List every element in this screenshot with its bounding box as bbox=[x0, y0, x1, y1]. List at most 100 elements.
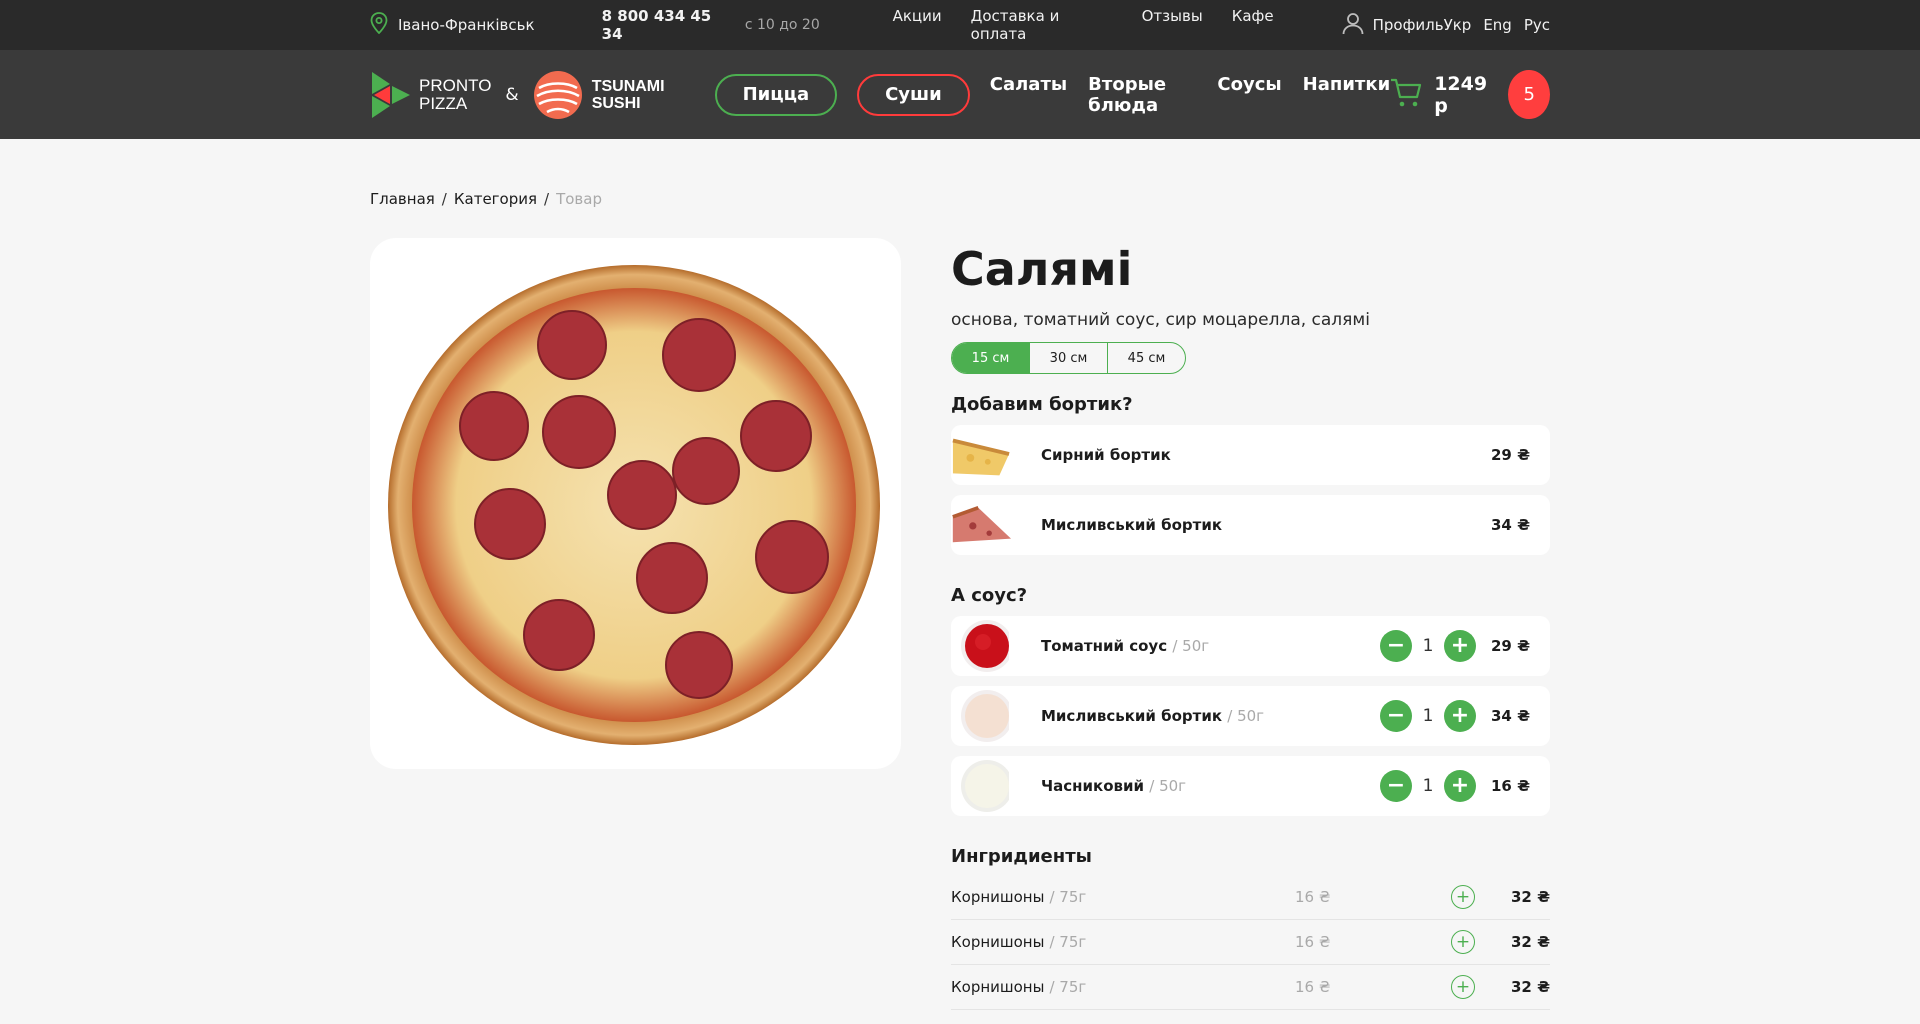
sauce-weight: / 50г bbox=[1172, 637, 1210, 655]
cart-button[interactable]: 1249 р 5 bbox=[1390, 70, 1550, 119]
breadcrumb-separator: / bbox=[441, 190, 447, 208]
ingredient-name: Корнишоны bbox=[951, 933, 1045, 951]
hunter-sauce-thumbnail bbox=[951, 686, 1011, 746]
sauce-option: Томатний соус / 50г − 1 + 29 ₴ bbox=[951, 616, 1550, 676]
breadcrumb-current: Товар bbox=[556, 190, 602, 208]
sauce-price: 34 ₴ bbox=[1491, 707, 1530, 725]
top-bar: Івано-Франківськ 8 800 434 45 34 с 10 до… bbox=[0, 0, 1920, 50]
ingredient-weight: / 75г bbox=[1049, 978, 1087, 996]
cart-total: 1249 р bbox=[1434, 72, 1488, 117]
sauce-option: Мисливський бортик / 50г − 1 + 34 ₴ bbox=[951, 686, 1550, 746]
tsunami-sushi-logo[interactable]: TSUNAMI SUSHI bbox=[533, 70, 665, 120]
increment-button[interactable]: + bbox=[1444, 630, 1476, 662]
sauce-name: Мисливський бортик bbox=[1041, 707, 1223, 725]
crust-option[interactable]: Мисливський бортик 34 ₴ bbox=[951, 495, 1550, 555]
ingredient-price: 32 ₴ bbox=[1511, 888, 1550, 906]
cheese-crust-thumbnail bbox=[951, 425, 1011, 485]
crust-option[interactable]: Сирний бортик 29 ₴ bbox=[951, 425, 1550, 485]
breadcrumb: Главная / Категория / Товар bbox=[370, 190, 602, 208]
top-link-delivery[interactable]: Доставка и оплата bbox=[971, 7, 1113, 43]
cart-icon bbox=[1390, 78, 1422, 112]
sauce-price: 29 ₴ bbox=[1491, 637, 1530, 655]
ingredient-name: Корнишоны bbox=[951, 888, 1045, 906]
sauce-name-wrapper: Часниковий / 50г bbox=[1041, 777, 1186, 795]
sauce-option: Часниковий / 50г − 1 + 16 ₴ bbox=[951, 756, 1550, 816]
logo-pizza-text: PIZZA bbox=[419, 93, 468, 113]
crust-name: Сирний бортик bbox=[1041, 446, 1171, 464]
top-links: Акции Доставка и оплата Отзывы Кафе bbox=[893, 7, 1274, 43]
nav-link-sauces[interactable]: Соусы bbox=[1217, 74, 1281, 116]
pizza-image bbox=[388, 265, 880, 745]
sushi-logo-icon bbox=[533, 70, 582, 119]
add-ingredient-button[interactable]: + bbox=[1451, 975, 1475, 999]
lang-rus[interactable]: Рус bbox=[1524, 16, 1550, 34]
logo-sushi-text: SUSHI bbox=[591, 94, 641, 112]
sauce-name-wrapper: Томатний соус / 50г bbox=[1041, 637, 1209, 655]
location-pin-icon bbox=[370, 12, 388, 38]
lang-ukr[interactable]: Укр bbox=[1444, 16, 1472, 34]
size-option-45[interactable]: 45 см bbox=[1107, 343, 1185, 373]
category-pizza-button[interactable]: Пицца bbox=[714, 73, 838, 116]
pronto-pizza-logo[interactable]: PRONTO PIZZA bbox=[370, 71, 492, 118]
increment-button[interactable]: + bbox=[1444, 770, 1476, 802]
ingredient-price: 32 ₴ bbox=[1511, 978, 1550, 996]
ingredient-unit-price: 16 ₴ bbox=[1295, 933, 1331, 951]
top-link-cafe[interactable]: Кафе bbox=[1232, 7, 1274, 43]
crust-section-title: Добавим бортик? bbox=[951, 394, 1133, 415]
product-info: Салямі основа, томатний соус, сир моцаре… bbox=[951, 238, 1550, 1010]
sauce-weight: / 50г bbox=[1227, 707, 1265, 725]
ingredient-row: Корнишоны / 75г 16 ₴ + 32 ₴ bbox=[951, 965, 1550, 1010]
quantity-value: 1 bbox=[1422, 706, 1434, 726]
sauce-name: Часниковий bbox=[1041, 777, 1145, 795]
crust-price: 34 ₴ bbox=[1491, 516, 1530, 534]
ingredient-weight: / 75г bbox=[1049, 933, 1087, 951]
profile-link[interactable]: Профиль bbox=[1341, 11, 1444, 39]
nav-link-salads[interactable]: Салаты bbox=[990, 74, 1067, 116]
sauce-price: 16 ₴ bbox=[1491, 777, 1530, 795]
category-links: Салаты Вторые блюда Соусы Напитки bbox=[990, 74, 1390, 116]
ingredient-unit-price: 16 ₴ bbox=[1295, 888, 1331, 906]
city-label: Івано-Франківськ bbox=[398, 16, 535, 34]
product-title: Салямі bbox=[951, 242, 1133, 296]
size-selector: 15 см 30 см 45 см bbox=[951, 342, 1186, 374]
add-ingredient-button[interactable]: + bbox=[1451, 885, 1475, 909]
decrement-button[interactable]: − bbox=[1380, 770, 1412, 802]
nav-link-drinks[interactable]: Напитки bbox=[1303, 74, 1391, 116]
sauce-name: Томатний соус bbox=[1041, 637, 1168, 655]
crust-name: Мисливський бортик bbox=[1041, 516, 1223, 534]
language-switcher: Укр Eng Рус bbox=[1444, 16, 1550, 34]
ingredient-row: Корнишоны / 75г 16 ₴ + 32 ₴ bbox=[951, 875, 1550, 920]
quantity-value: 1 bbox=[1422, 776, 1434, 796]
nav-link-main-dishes[interactable]: Вторые блюда bbox=[1088, 74, 1196, 116]
size-option-15[interactable]: 15 см bbox=[952, 343, 1029, 373]
breadcrumb-category[interactable]: Категория bbox=[454, 190, 537, 208]
decrement-button[interactable]: − bbox=[1380, 630, 1412, 662]
category-sushi-button[interactable]: Суши bbox=[857, 73, 970, 116]
crust-price: 29 ₴ bbox=[1491, 446, 1530, 464]
ingredient-price: 32 ₴ bbox=[1511, 933, 1550, 951]
phone-number[interactable]: 8 800 434 45 34 bbox=[602, 7, 735, 43]
city-selector[interactable]: Івано-Франківськ bbox=[370, 12, 602, 38]
increment-button[interactable]: + bbox=[1444, 700, 1476, 732]
main-nav: PRONTO PIZZA & TSUNAMI SUSHI Пицца Суши … bbox=[0, 50, 1920, 139]
cart-count-badge[interactable]: 5 bbox=[1508, 70, 1550, 119]
ingredient-unit-price: 16 ₴ bbox=[1295, 978, 1331, 996]
quantity-stepper: − 1 + bbox=[1380, 700, 1476, 732]
size-option-30[interactable]: 30 см bbox=[1029, 343, 1107, 373]
top-link-reviews[interactable]: Отзывы bbox=[1142, 7, 1203, 43]
profile-label: Профиль bbox=[1372, 16, 1444, 34]
sauce-section-title: А соус? bbox=[951, 585, 1028, 606]
product-description: основа, томатний соус, сир моцарелла, са… bbox=[951, 310, 1370, 330]
sauce-weight: / 50г bbox=[1149, 777, 1187, 795]
garlic-sauce-thumbnail bbox=[951, 756, 1011, 816]
decrement-button[interactable]: − bbox=[1380, 700, 1412, 732]
quantity-stepper: − 1 + bbox=[1380, 630, 1476, 662]
ingredient-row: Корнишоны / 75г 16 ₴ + 32 ₴ bbox=[951, 920, 1550, 965]
ingredients-list: Корнишоны / 75г 16 ₴ + 32 ₴ Корнишоны / … bbox=[951, 875, 1550, 1010]
logo-pronto-text: PRONTO bbox=[419, 75, 492, 95]
breadcrumb-home[interactable]: Главная bbox=[370, 190, 435, 208]
lang-eng[interactable]: Eng bbox=[1483, 16, 1512, 34]
top-link-promotions[interactable]: Акции bbox=[893, 7, 942, 43]
ingredient-name: Корнишоны bbox=[951, 978, 1045, 996]
add-ingredient-button[interactable]: + bbox=[1451, 930, 1475, 954]
